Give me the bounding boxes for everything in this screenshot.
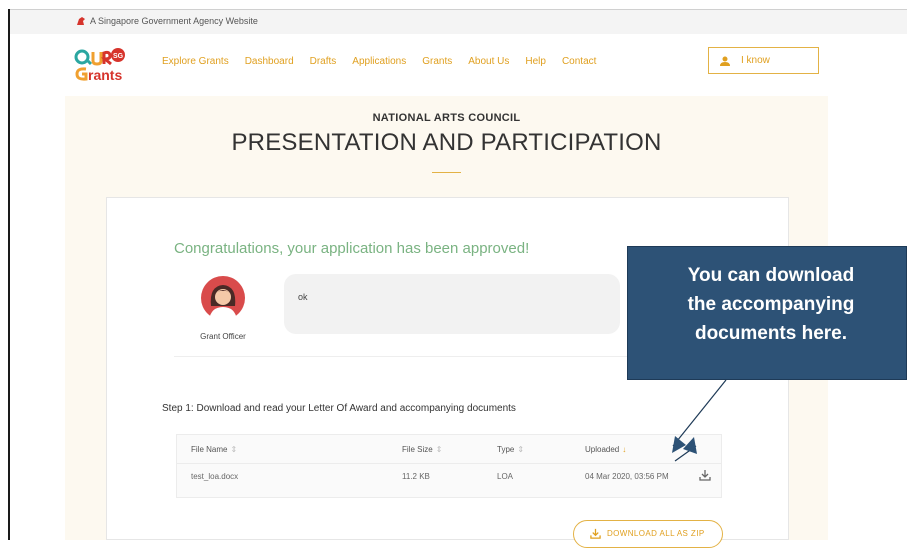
download-all-zip-button[interactable]: DOWNLOAD ALL AS ZIP — [573, 520, 723, 548]
approval-message: Congratulations, your application has be… — [174, 240, 530, 257]
column-header-type[interactable]: Type ⇕ — [497, 445, 524, 454]
annotation-line-2: the accompanying — [687, 294, 855, 315]
download-all-zip-label: DOWNLOAD ALL AS ZIP — [607, 529, 705, 538]
sort-icon: ⇕ — [435, 445, 443, 454]
annotation-line-3: documents here. — [694, 323, 848, 344]
file-name-cell: test_loa.docx — [191, 472, 239, 481]
column-header-file-name[interactable]: File Name ⇕ — [191, 445, 237, 454]
grant-officer-label: Grant Officer — [200, 332, 246, 341]
officer-comment-text: ok — [298, 292, 308, 302]
nav-contact[interactable]: Contact — [562, 56, 596, 67]
documents-table: File Name ⇕ File Size ⇕ Type ⇕ Uploaded ↓ te… — [176, 434, 722, 498]
download-icon — [590, 528, 601, 539]
svg-text:rants: rants — [88, 67, 122, 81]
user-name: I know — [741, 55, 770, 66]
annotation-callout: You can download the accompanying docume… — [627, 246, 907, 380]
uploaded-date-cell: 04 Mar 2020, 03:56 PM — [585, 472, 669, 481]
oursggrants-logo: SG rants — [74, 48, 125, 81]
officer-comment-bubble: ok — [284, 274, 620, 334]
nav-help[interactable]: Help — [525, 56, 546, 67]
nav-grants[interactable]: Grants — [422, 56, 452, 67]
navbar: SG rants Explore Grants Dashboard Drafts… — [10, 34, 907, 90]
page-title: PRESENTATION AND PARTICIPATION — [231, 129, 662, 156]
column-header-file-size[interactable]: File Size ⇕ — [402, 445, 442, 454]
annotation-text: You can download the accompanying docume… — [628, 261, 907, 348]
lion-head-icon — [77, 17, 85, 25]
svg-text:SG: SG — [113, 53, 124, 60]
nav-explore-grants[interactable]: Explore Grants — [162, 56, 229, 67]
main-nav: Explore Grants Dashboard Drafts Applicat… — [162, 56, 612, 67]
download-icon[interactable] — [699, 469, 711, 481]
user-menu-button[interactable]: I know — [708, 47, 819, 74]
nav-drafts[interactable]: Drafts — [310, 56, 337, 67]
gov-banner: A Singapore Government Agency Website — [10, 10, 907, 34]
column-header-uploaded[interactable]: Uploaded ↓ — [585, 445, 626, 454]
sort-icon: ⇕ — [230, 445, 238, 454]
file-type-cell: LOA — [497, 472, 514, 481]
agency-name: NATIONAL ARTS COUNCIL — [372, 112, 521, 124]
grant-officer-avatar — [201, 276, 245, 320]
nav-about-us[interactable]: About Us — [468, 56, 509, 67]
annotation-line-1: You can download — [687, 265, 855, 286]
nav-applications[interactable]: Applications — [352, 56, 406, 67]
sort-desc-icon: ↓ — [622, 445, 627, 454]
title-underline — [432, 172, 461, 173]
user-icon — [720, 56, 730, 66]
file-size-cell: 11.2 KB — [402, 472, 430, 481]
nav-dashboard[interactable]: Dashboard — [245, 56, 294, 67]
step1-title: Step 1: Download and read your Letter Of… — [162, 403, 516, 414]
gov-banner-text: A Singapore Government Agency Website — [90, 16, 258, 26]
sort-icon: ⇕ — [517, 445, 525, 454]
table-header-separator — [177, 463, 721, 464]
